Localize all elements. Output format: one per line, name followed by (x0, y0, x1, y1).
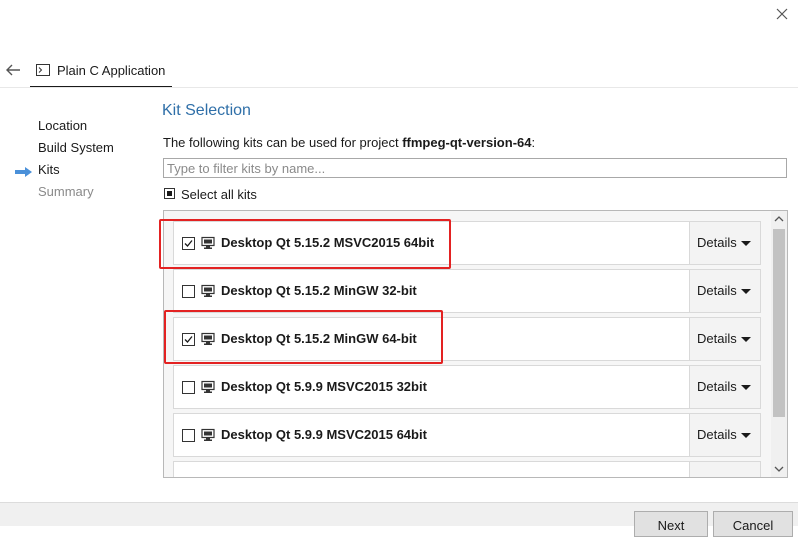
details-button[interactable]: Details (689, 414, 760, 456)
details-label: Details (697, 283, 737, 298)
kit-list-scrollbar[interactable] (771, 211, 787, 477)
details-button[interactable]: Details (689, 366, 760, 408)
monitor-icon (201, 380, 215, 393)
step-build-system: Build System (38, 140, 114, 155)
tab-plain-c-application[interactable]: Plain C Application (30, 58, 172, 88)
monitor-icon (201, 332, 215, 345)
kit-checkbox[interactable] (182, 381, 195, 394)
kit-row[interactable]: Desktop Qt 5.15.2 MinGW 64-bit Details (173, 317, 761, 361)
tab-divider (0, 87, 798, 88)
step-summary: Summary (38, 184, 94, 199)
back-arrow-icon[interactable] (4, 62, 22, 78)
chevron-down-icon (741, 433, 751, 438)
step-kits: Kits (38, 162, 60, 177)
step-location: Location (38, 118, 88, 133)
kit-name: Desktop Qt 5.9.9 MSVC2015 64bit (221, 427, 427, 442)
arrow-right-icon (15, 167, 32, 177)
details-button[interactable]: Details (689, 318, 760, 360)
details-label: Details (697, 235, 737, 250)
details-label: Details (697, 427, 737, 442)
details-button[interactable]: Details (689, 270, 760, 312)
kit-checkbox[interactable] (182, 429, 195, 442)
details-button[interactable]: Details (689, 222, 760, 264)
chevron-down-icon (741, 241, 751, 246)
kit-filter-input[interactable] (163, 158, 787, 178)
kit-row[interactable]: Desktop Qt 5.9.9 MSVC2015 32bit Details (173, 365, 761, 409)
kit-row[interactable]: Desktop Qt 5.15.2 MSVC2015 64bit Details (173, 221, 761, 265)
monitor-icon (201, 428, 215, 441)
intro-suffix: : (531, 135, 536, 150)
kit-row[interactable] (173, 461, 761, 478)
kit-name: Desktop Qt 5.15.2 MinGW 64-bit (221, 331, 417, 346)
page-title: Kit Selection (162, 102, 251, 119)
intro-text: The following kits can be used for proje… (163, 135, 535, 150)
details-label: Details (697, 331, 737, 346)
kit-name: Desktop Qt 5.15.2 MinGW 32-bit (221, 283, 417, 298)
details-label: Details (697, 379, 737, 394)
monitor-icon (201, 284, 215, 297)
details-button[interactable] (689, 462, 760, 477)
terminal-icon (36, 64, 50, 76)
project-name: ffmpeg-qt-version-64 (402, 135, 532, 150)
select-all-label: Select all kits (181, 187, 257, 202)
kit-row[interactable]: Desktop Qt 5.9.9 MSVC2015 64bit Details (173, 413, 761, 457)
select-all-checkbox[interactable] (164, 188, 175, 199)
scroll-up-icon[interactable] (771, 211, 787, 227)
cancel-button[interactable]: Cancel (713, 511, 793, 537)
scrollbar-thumb[interactable] (773, 229, 785, 417)
kit-checkbox[interactable] (182, 477, 195, 478)
close-icon[interactable] (772, 4, 792, 24)
chevron-down-icon (741, 337, 751, 342)
kit-checkbox[interactable] (182, 237, 195, 250)
scroll-down-icon[interactable] (771, 461, 787, 477)
kit-list: Desktop Qt 5.15.2 MSVC2015 64bit Details… (163, 210, 788, 478)
intro-prefix: The following kits can be used for proje… (163, 135, 403, 150)
chevron-down-icon (741, 289, 751, 294)
kit-name: Desktop Qt 5.15.2 MSVC2015 64bit (221, 235, 435, 250)
kit-row[interactable]: Desktop Qt 5.15.2 MinGW 32-bit Details (173, 269, 761, 313)
monitor-icon (201, 236, 215, 249)
chevron-down-icon (741, 385, 751, 390)
kit-name: Desktop Qt 5.9.9 MSVC2015 32bit (221, 379, 427, 394)
kit-checkbox[interactable] (182, 285, 195, 298)
kit-checkbox[interactable] (182, 333, 195, 346)
next-button[interactable]: Next (634, 511, 708, 537)
tab-label: Plain C Application (57, 63, 166, 78)
